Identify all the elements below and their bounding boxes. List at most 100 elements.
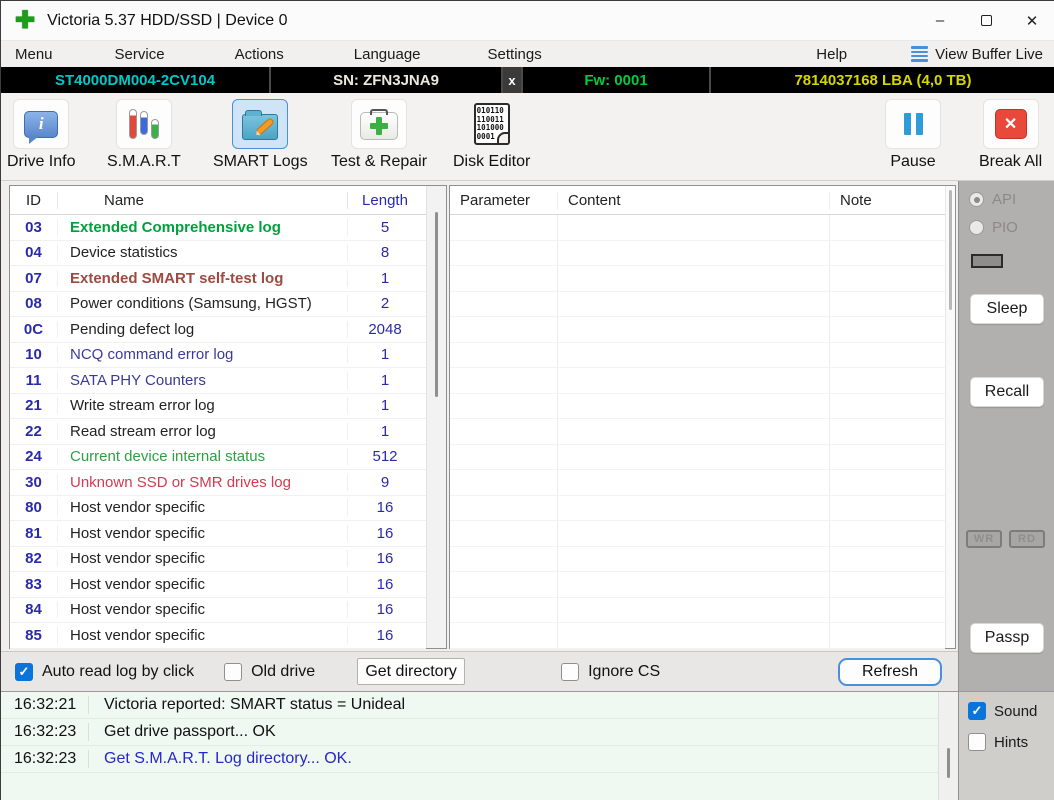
empty-table-row <box>450 266 945 292</box>
table-row[interactable]: 80Host vendor specific16 <box>10 496 426 522</box>
log-id-cell: 22 <box>10 423 58 440</box>
smart-logs-button[interactable]: SMART Logs <box>213 99 308 171</box>
scrollbar-thumb[interactable] <box>949 190 952 310</box>
hints-checkbox[interactable]: Hints <box>968 733 1028 751</box>
info-bubble-icon: i <box>24 111 58 138</box>
table-row[interactable]: 11SATA PHY Counters1 <box>10 368 426 394</box>
test-repair-button[interactable]: Test & Repair <box>331 99 427 171</box>
table-row[interactable]: 10NCQ command error log1 <box>10 343 426 369</box>
log-length-cell: 512 <box>348 448 422 465</box>
log-name-cell: Power conditions (Samsung, HGST) <box>58 295 348 312</box>
recall-button[interactable]: Recall <box>970 377 1044 407</box>
sleep-button[interactable]: Sleep <box>970 294 1044 324</box>
passport-button[interactable]: Passp <box>970 623 1044 653</box>
log-id-cell: 21 <box>10 397 58 414</box>
wr-button[interactable]: WR <box>966 530 1002 548</box>
status-led-indicator <box>971 254 1003 268</box>
param-table-scrollbar[interactable] <box>945 186 955 648</box>
controls-bar: ✓ Auto read log by click Old drive Get d… <box>1 651 958 691</box>
right-sidebar: API PIO Sleep Recall WR RD Passp <box>958 181 1054 691</box>
table-row[interactable]: 85Host vendor specific16 <box>10 623 426 649</box>
log-scrollbar[interactable] <box>938 692 958 800</box>
log-length-cell: 1 <box>348 423 422 440</box>
checkbox-unchecked-icon <box>561 663 579 681</box>
log-id-cell: 03 <box>10 219 58 236</box>
refresh-button[interactable]: Refresh <box>838 658 942 686</box>
table-row[interactable]: 83Host vendor specific16 <box>10 572 426 598</box>
table-row[interactable]: 21Write stream error log1 <box>10 394 426 420</box>
menu-item-settings[interactable]: Settings <box>482 44 548 65</box>
app-logo-cross-icon: ✚ <box>15 9 35 33</box>
device-bar-close-button[interactable]: x <box>503 67 523 93</box>
table-row[interactable]: 24Current device internal status512 <box>10 445 426 471</box>
device-model: ST4000DM004-2CV104 <box>1 67 271 93</box>
header-id[interactable]: ID <box>10 192 58 209</box>
log-name-cell: Host vendor specific <box>58 576 348 593</box>
log-length-cell: 8 <box>348 244 422 261</box>
table-row[interactable]: 81Host vendor specific16 <box>10 521 426 547</box>
smart-log-table-body: 03Extended Comprehensive log504Device st… <box>10 215 426 649</box>
empty-table-row <box>450 445 945 471</box>
table-row[interactable]: 04Device statistics8 <box>10 241 426 267</box>
rd-button[interactable]: RD <box>1009 530 1045 548</box>
scrollbar-thumb[interactable] <box>947 748 950 778</box>
table-row[interactable]: 08Power conditions (Samsung, HGST)2 <box>10 292 426 318</box>
auto-read-checkbox[interactable]: ✓ Auto read log by click <box>15 663 194 681</box>
device-capacity: 7814037168 LBA (4,0 TB) <box>711 67 1054 93</box>
sound-checkbox[interactable]: ✓ Sound <box>968 702 1037 720</box>
drive-info-button[interactable]: i Drive Info <box>7 99 75 171</box>
log-name-cell: Write stream error log <box>58 397 348 414</box>
disk-editor-button[interactable]: 010110 110011 101000 0001 Disk Editor <box>453 99 530 171</box>
empty-table-row <box>450 547 945 573</box>
header-parameter[interactable]: Parameter <box>450 192 558 209</box>
close-button[interactable]: ✕ <box>1009 1 1054 41</box>
menu-item-actions[interactable]: Actions <box>229 44 290 65</box>
empty-table-row <box>450 623 945 649</box>
pio-radio[interactable]: PIO <box>969 219 1018 236</box>
empty-table-row <box>450 368 945 394</box>
log-name-cell: Host vendor specific <box>58 627 348 644</box>
table-row[interactable]: 03Extended Comprehensive log5 <box>10 215 426 241</box>
table-row[interactable]: 82Host vendor specific16 <box>10 547 426 573</box>
log-message: Get drive passport... OK <box>89 723 276 741</box>
log-name-cell: Device statistics <box>58 244 348 261</box>
menu-item-menu[interactable]: Menu <box>9 44 59 65</box>
maximize-button[interactable] <box>963 1 1009 41</box>
log-table-scrollbar[interactable] <box>426 186 446 648</box>
device-info-bar: ST4000DM004-2CV104 SN: ZFN3JNA9 x Fw: 00… <box>1 67 1054 93</box>
log-length-cell: 16 <box>348 550 422 567</box>
header-length[interactable]: Length <box>348 192 422 209</box>
view-buffer-live-button[interactable]: View Buffer Live <box>911 46 1043 63</box>
ignore-cs-checkbox[interactable]: Ignore CS <box>561 663 660 681</box>
old-drive-checkbox[interactable]: Old drive <box>224 663 315 681</box>
log-table-header: ID Name Length <box>10 186 426 215</box>
header-name[interactable]: Name <box>58 192 348 209</box>
log-length-cell: 1 <box>348 346 422 363</box>
red-x-icon: ✕ <box>995 109 1027 139</box>
param-table-body <box>450 215 945 649</box>
table-row[interactable]: 84Host vendor specific16 <box>10 598 426 624</box>
log-name-cell: Host vendor specific <box>58 499 348 516</box>
table-row[interactable]: 0CPending defect log2048 <box>10 317 426 343</box>
table-row[interactable]: 30Unknown SSD or SMR drives log9 <box>10 470 426 496</box>
get-directory-button[interactable]: Get directory <box>357 658 465 685</box>
menu-item-language[interactable]: Language <box>348 44 427 65</box>
log-entry: 16:32:21Victoria reported: SMART status … <box>1 692 938 719</box>
minimize-button[interactable]: – <box>917 1 963 41</box>
menu-item-service[interactable]: Service <box>109 44 171 65</box>
log-message: Get S.M.A.R.T. Log directory... OK. <box>89 750 352 768</box>
main-toolbar: i Drive Info S.M.A.R.T SMART Logs Test &… <box>1 93 1054 181</box>
empty-table-row <box>450 419 945 445</box>
table-row[interactable]: 22Read stream error log1 <box>10 419 426 445</box>
api-radio[interactable]: API <box>969 191 1016 208</box>
table-row[interactable]: 07Extended SMART self-test log1 <box>10 266 426 292</box>
smart-button[interactable]: S.M.A.R.T <box>107 99 181 171</box>
scrollbar-thumb[interactable] <box>435 212 438 397</box>
header-note[interactable]: Note <box>830 192 945 209</box>
menu-item-help[interactable]: Help <box>810 44 853 65</box>
log-id-cell: 04 <box>10 244 58 261</box>
pause-button[interactable]: Pause <box>885 99 941 171</box>
header-content[interactable]: Content <box>558 192 830 209</box>
log-id-cell: 84 <box>10 601 58 618</box>
break-all-button[interactable]: ✕ Break All <box>979 99 1042 171</box>
